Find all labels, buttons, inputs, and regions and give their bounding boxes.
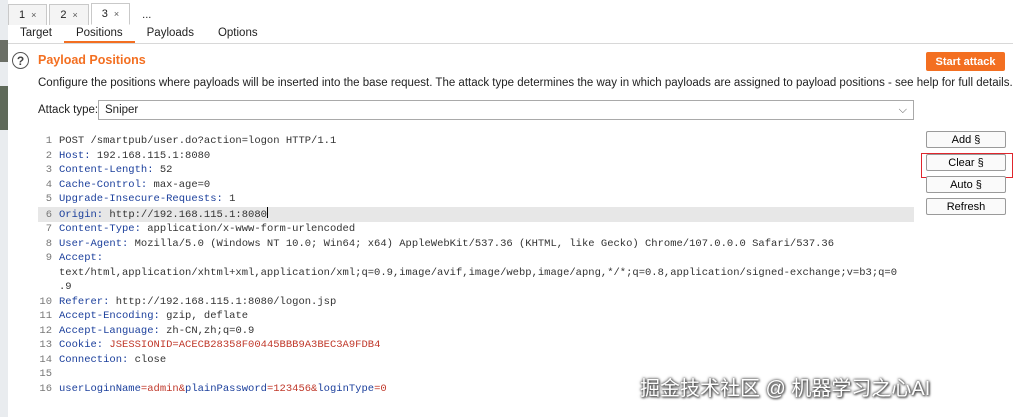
tab-label: 1 <box>19 9 26 21</box>
request-line: 5 Upgrade-Insecure-Requests: 1 <box>45 193 236 205</box>
background-fragment <box>0 86 8 130</box>
request-line: 8 User-Agent: Mozilla/5.0 (Windows NT 10.… <box>45 237 835 250</box>
close-icon[interactable]: × <box>114 9 119 19</box>
request-line: 3 Content-Length: 52 <box>45 164 173 176</box>
tab-positions[interactable]: Positions <box>63 25 135 43</box>
request-line: 7 Content-Type: application/x-www-form-ur… <box>45 223 356 235</box>
request-line: 1 POST /smartpub/user.do?action=logon HTT… <box>45 135 337 147</box>
tab-label: 2 <box>60 9 67 21</box>
chevron-down-icon: ⌵ <box>898 104 907 116</box>
attack-type-label: Attack type: <box>38 104 99 116</box>
auto-markers-button[interactable]: Auto § <box>926 176 1006 193</box>
watermark: 掘金技术社区 @ 机器学习之心AI <box>640 378 931 400</box>
start-attack-button[interactable]: Start attack <box>926 52 1005 71</box>
request-line: 9 Accept: <box>45 252 104 264</box>
request-tab-2[interactable]: 2 × <box>49 4 89 25</box>
refresh-button[interactable]: Refresh <box>926 198 1006 215</box>
request-line: 10 Referer: http://192.168.115.1:8080/log… <box>39 295 337 308</box>
request-line: 12 Accept-Language: zh-CN,zh;q=0.9 <box>39 324 255 337</box>
add-marker-button[interactable]: Add § <box>926 131 1006 148</box>
request-tab-3[interactable]: 3 × <box>90 3 131 25</box>
request-line: 2 Host: 192.168.115.1:8080 <box>45 149 211 162</box>
text-cursor <box>266 206 268 218</box>
description-text: Configure the positions where payloads w… <box>38 77 1013 89</box>
request-line: 11 Accept-Encoding: gzip, deflate <box>39 310 249 322</box>
request-line-selected: 6 Origin: http://192.168.115.1:8080 <box>38 206 914 222</box>
tab-options[interactable]: Options <box>206 25 270 43</box>
request-line: 13 Cookie: JSESSIONID=ACECB28358F00445BBB… <box>39 339 381 351</box>
attack-type-value: Sniper <box>105 104 139 116</box>
tab-target[interactable]: Target <box>8 25 64 43</box>
tab-label: 3 <box>101 8 108 20</box>
tab-payloads[interactable]: Payloads <box>135 25 206 43</box>
request-line-continuation: text/html,application/xhtml+xml,applicat… <box>59 266 898 279</box>
close-icon[interactable]: × <box>31 10 36 20</box>
request-tabs: 1 × 2 × 3 × ... <box>8 3 163 25</box>
request-line: 14 Connection: close <box>39 353 167 366</box>
request-tab-1[interactable]: 1 × <box>8 4 48 25</box>
section-title: Payload Positions <box>38 53 146 67</box>
new-tab-button[interactable]: ... <box>132 5 161 25</box>
left-window-edge <box>0 0 8 417</box>
background-fragment <box>0 40 8 62</box>
request-line: 4 Cache-Control: max-age=0 <box>45 178 211 191</box>
help-icon[interactable]: ? <box>12 52 29 69</box>
request-line-continuation: .9 <box>59 281 72 293</box>
close-icon[interactable]: × <box>73 10 78 20</box>
attack-type-select[interactable]: Sniper ⌵ <box>98 100 914 120</box>
intruder-subtabs: Target Positions Payloads Options <box>8 25 1013 44</box>
highlight-box <box>921 153 1013 178</box>
ellipsis-icon: ... <box>142 9 152 21</box>
